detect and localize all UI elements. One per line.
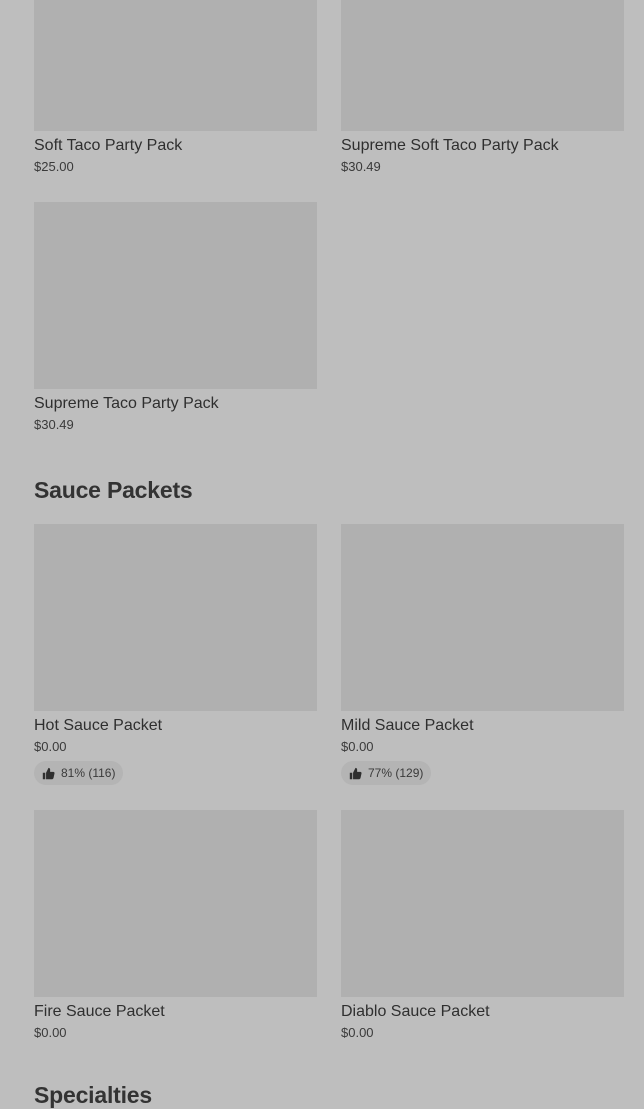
menu-item-diablo-sauce-packet[interactable]: Diablo Sauce Packet $0.00 bbox=[341, 810, 624, 1041]
item-name: Soft Taco Party Pack bbox=[34, 137, 183, 154]
item-price: $25.00 bbox=[34, 159, 74, 174]
item-image bbox=[341, 524, 624, 711]
item-name: Supreme Soft Taco Party Pack bbox=[341, 137, 559, 154]
item-price: $30.49 bbox=[341, 159, 381, 174]
section-title-sauce-packets: Sauce Packets bbox=[34, 477, 193, 503]
item-image bbox=[341, 810, 624, 997]
menu-item-soft-taco-party-pack[interactable]: Soft Taco Party Pack $25.00 bbox=[34, 0, 317, 175]
item-name: Fire Sauce Packet bbox=[34, 1003, 165, 1020]
menu-item-mild-sauce-packet[interactable]: Mild Sauce Packet $0.00 77% (129) bbox=[341, 524, 624, 785]
menu-item-supreme-soft-taco-party-pack[interactable]: Supreme Soft Taco Party Pack $30.49 bbox=[341, 0, 624, 175]
item-image bbox=[34, 0, 317, 131]
rating-badge: 77% (129) bbox=[341, 761, 432, 785]
item-price: $30.49 bbox=[34, 417, 74, 432]
section-title-specialties: Specialties bbox=[34, 1082, 152, 1108]
rating-badge: 81% (116) bbox=[34, 761, 124, 785]
item-name: Hot Sauce Packet bbox=[34, 717, 163, 734]
item-price: $0.00 bbox=[34, 1025, 67, 1040]
item-image bbox=[34, 810, 317, 997]
item-price: $0.00 bbox=[341, 739, 374, 754]
item-price: $0.00 bbox=[341, 1025, 374, 1040]
menu-item-fire-sauce-packet[interactable]: Fire Sauce Packet $0.00 bbox=[34, 810, 317, 1041]
item-name: Mild Sauce Packet bbox=[341, 717, 474, 734]
rating-text: 81% (116) bbox=[61, 766, 116, 780]
thumbs-up-icon bbox=[349, 767, 362, 779]
item-name: Diablo Sauce Packet bbox=[341, 1003, 490, 1020]
thumbs-up-icon bbox=[42, 767, 55, 779]
item-image bbox=[34, 524, 317, 711]
item-name: Supreme Taco Party Pack bbox=[34, 395, 219, 412]
menu-item-hot-sauce-packet[interactable]: Hot Sauce Packet $0.00 81% (116) bbox=[34, 524, 317, 785]
item-image bbox=[341, 0, 624, 131]
item-price: $0.00 bbox=[34, 739, 67, 754]
item-image bbox=[34, 202, 317, 389]
scrollbar[interactable] bbox=[640, 0, 644, 1102]
menu-page: Soft Taco Party Pack $25.00 Supreme Soft… bbox=[0, 0, 644, 1108]
menu-item-supreme-taco-party-pack[interactable]: Supreme Taco Party Pack $30.49 bbox=[34, 202, 317, 433]
rating-text: 77% (129) bbox=[368, 766, 424, 780]
